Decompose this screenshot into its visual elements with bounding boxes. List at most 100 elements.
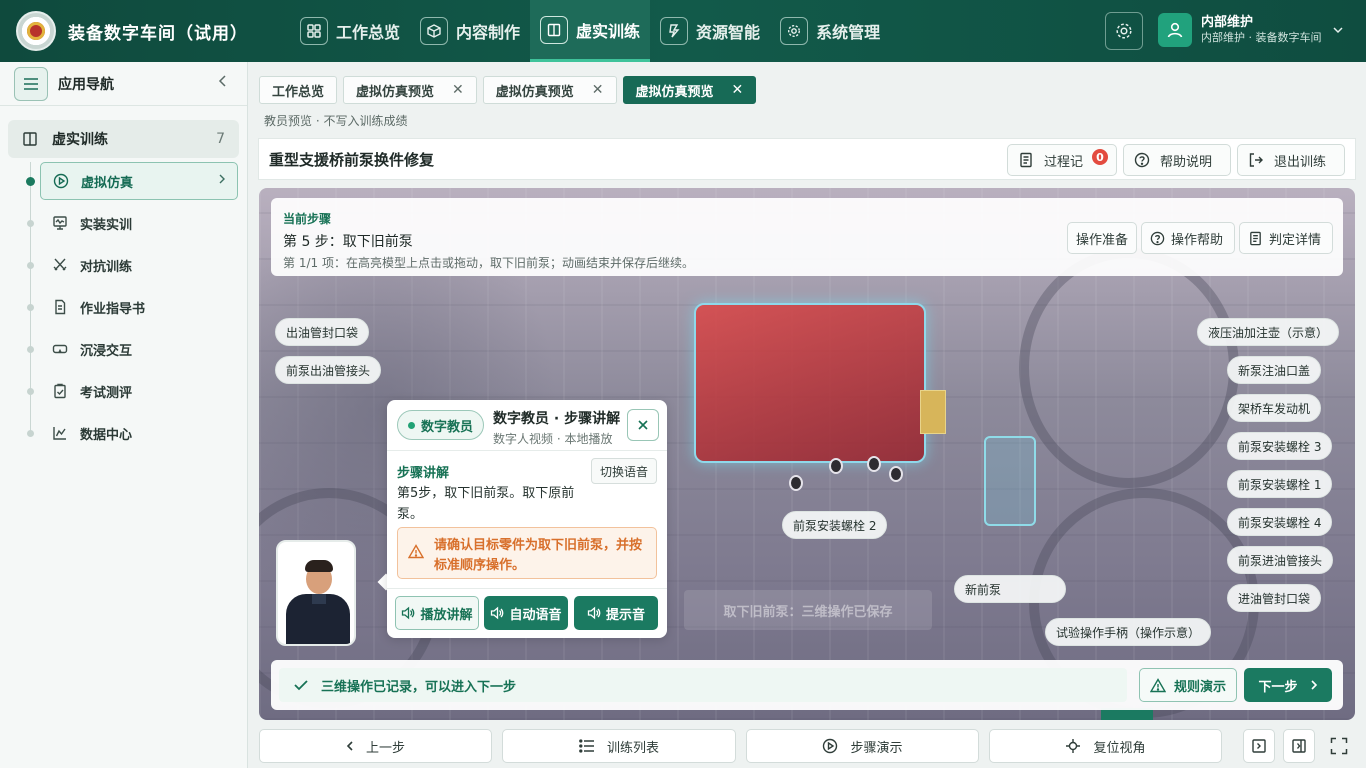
- user-menu[interactable]: 内部维护 内部维护 · 装备数字车间: [1158, 13, 1322, 47]
- part-tag[interactable]: 架桥车发动机: [1227, 394, 1322, 422]
- prompt-tone-button[interactable]: 提示音: [574, 596, 658, 630]
- demo-label: 步骤演示: [850, 740, 903, 756]
- play-explanation-button[interactable]: 播放讲解: [395, 596, 479, 630]
- nav-label: 内容制作: [456, 23, 521, 42]
- new-pump-ghost-model[interactable]: [984, 436, 1036, 526]
- step-demo-button[interactable]: 步骤演示: [746, 729, 979, 763]
- part-tag[interactable]: 试验操作手柄（操作示意）: [1045, 618, 1212, 646]
- rule-demo-button[interactable]: 规则演示: [1139, 668, 1237, 702]
- part-tag[interactable]: 前泵安装螺栓 2: [782, 511, 888, 539]
- tab-sim-preview-3[interactable]: 虚拟仿真预览 ✕: [622, 76, 757, 104]
- operation-help-button[interactable]: 操作帮助: [1141, 222, 1235, 254]
- sidebar-item-data-center[interactable]: 数据中心: [40, 414, 238, 452]
- gear-icon: [780, 17, 809, 45]
- auto-voice-button[interactable]: 自动语音: [484, 596, 568, 630]
- book-icon: [540, 15, 569, 44]
- question-icon: [1150, 231, 1165, 246]
- panel-right-icon: [1292, 739, 1306, 753]
- chart-icon: [52, 425, 68, 441]
- tree-dot: [26, 177, 35, 186]
- part-tag[interactable]: 前泵出油管接头: [275, 356, 382, 384]
- part-tag[interactable]: 前泵安装螺栓 3: [1227, 432, 1333, 460]
- sidebar-group-count: 7: [216, 131, 225, 147]
- nav-item-system[interactable]: 系统管理: [770, 0, 890, 62]
- toggle-left-panel-button[interactable]: [1243, 729, 1275, 763]
- main-nav: 工作总览 内容制作 虚实训练 资源智能 系统管理: [290, 0, 890, 62]
- 3d-scene-viewport[interactable]: 取下旧前泵：三维操作已保存 当前步骤 第 5 步：取下旧前泵 第 1/1 项：在…: [259, 188, 1355, 720]
- nav-item-content[interactable]: 内容制作: [410, 0, 530, 62]
- sidebar-item-real-training[interactable]: 实装实训: [40, 204, 238, 242]
- process-label: 过程记: [1044, 154, 1084, 170]
- close-icon[interactable]: ✕: [726, 82, 744, 98]
- nav-item-resources[interactable]: 资源智能: [650, 0, 770, 62]
- document-icon: [52, 299, 68, 315]
- sidebar-item-virtual-sim[interactable]: 虚拟仿真: [40, 162, 238, 200]
- nav-item-training[interactable]: 虚实训练: [530, 0, 651, 62]
- chevron-right-icon: [217, 173, 227, 189]
- toggle-right-panel-button[interactable]: [1283, 729, 1315, 763]
- app-logo: [16, 11, 56, 51]
- clipboard-icon: [52, 383, 68, 399]
- sidebar-item-confrontation[interactable]: 对抗训练: [40, 246, 238, 284]
- part-tag[interactable]: 前泵安装螺栓 1: [1227, 470, 1333, 498]
- nav-label: 系统管理: [816, 23, 881, 42]
- lightning-icon: [660, 17, 689, 45]
- part-tag[interactable]: 前泵安装螺栓 4: [1227, 508, 1333, 536]
- sidebar-group-training[interactable]: 虚实训练 7: [8, 120, 239, 158]
- teacher-collar: [312, 594, 326, 604]
- reset-view-button[interactable]: 复位视角: [989, 729, 1222, 763]
- exit-training-button[interactable]: 退出训练: [1237, 144, 1345, 176]
- step-status-bar: 三维操作已记录，可以进入下一步 规则演示 下一步: [271, 660, 1343, 710]
- tone-label: 提示音: [605, 607, 645, 623]
- prev-label: 上一步: [365, 740, 405, 756]
- collapse-sidebar-icon[interactable]: [217, 74, 229, 92]
- sidebar-item-label: 实装实训: [80, 217, 133, 233]
- judgement-detail-button[interactable]: 判定详情: [1239, 222, 1333, 254]
- chevron-down-icon[interactable]: [1332, 24, 1344, 40]
- teacher-chip-label: 数字教员: [421, 419, 474, 435]
- teacher-hair: [305, 560, 333, 572]
- panel-left-icon: [1252, 739, 1266, 753]
- menu-toggle-button[interactable]: [14, 66, 48, 101]
- training-list-button[interactable]: 训练列表: [502, 729, 736, 763]
- play-circle-icon: [53, 173, 69, 189]
- tree-dot: [27, 220, 34, 227]
- part-tag[interactable]: 液压油加注壶（示意）: [1197, 318, 1340, 346]
- part-tag[interactable]: 新前泵: [954, 575, 1066, 603]
- close-icon[interactable]: ✕: [446, 82, 464, 98]
- part-tag[interactable]: 新泵注油口盖: [1227, 356, 1322, 384]
- operation-prep-button[interactable]: 操作准备: [1067, 222, 1137, 254]
- help-button[interactable]: 帮助说明: [1123, 144, 1231, 176]
- switch-voice-button[interactable]: 切换语音: [590, 458, 657, 484]
- process-record-button[interactable]: 过程记 0: [1007, 144, 1117, 176]
- help-label: 操作帮助: [1171, 232, 1224, 248]
- digital-teacher-avatar[interactable]: [276, 540, 356, 646]
- tab-sim-preview-1[interactable]: 虚拟仿真预览 ✕: [343, 76, 477, 104]
- teacher-name: 数字教员 · 步骤讲解: [493, 411, 621, 427]
- tab-overview[interactable]: 工作总览: [259, 76, 338, 104]
- divider: [387, 588, 667, 589]
- explain-label: 步骤讲解: [397, 466, 450, 481]
- fullscreen-button[interactable]: [1323, 729, 1355, 763]
- next-step-button[interactable]: 下一步: [1244, 668, 1332, 702]
- sidebar-item-immersive[interactable]: 沉浸交互: [40, 330, 238, 368]
- warning-box: 请确认目标零件为取下旧前泵，并按标准顺序操作。: [397, 527, 657, 579]
- nav-item-overview[interactable]: 工作总览: [290, 0, 410, 62]
- tab-sim-preview-2[interactable]: 虚拟仿真预览 ✕: [482, 76, 617, 104]
- warning-icon: [407, 544, 425, 566]
- settings-button[interactable]: [1105, 12, 1143, 50]
- sidebar-item-exam[interactable]: 考试测评: [40, 372, 238, 410]
- previous-step-button[interactable]: 上一步: [259, 729, 492, 763]
- sidebar-item-work-guide[interactable]: 作业指导书: [40, 288, 238, 326]
- rule-demo-label: 规则演示: [1173, 679, 1226, 695]
- top-bar: 装备数字车间（试用） 工作总览 内容制作 虚实训练 资源智能 系统管理 内部维护…: [0, 0, 1366, 62]
- close-icon[interactable]: ✕: [586, 82, 604, 98]
- part-tag[interactable]: 前泵进油管接头: [1227, 546, 1334, 574]
- old-front-pump-model[interactable]: [694, 303, 946, 463]
- sidebar-header: 应用导航: [0, 62, 247, 106]
- monitor-icon: [52, 215, 68, 231]
- part-tag[interactable]: 进油管封口袋: [1227, 584, 1322, 612]
- part-tag[interactable]: 出油管封口袋: [275, 318, 370, 346]
- close-teacher-button[interactable]: [627, 409, 659, 441]
- hamburger-icon: [24, 77, 38, 90]
